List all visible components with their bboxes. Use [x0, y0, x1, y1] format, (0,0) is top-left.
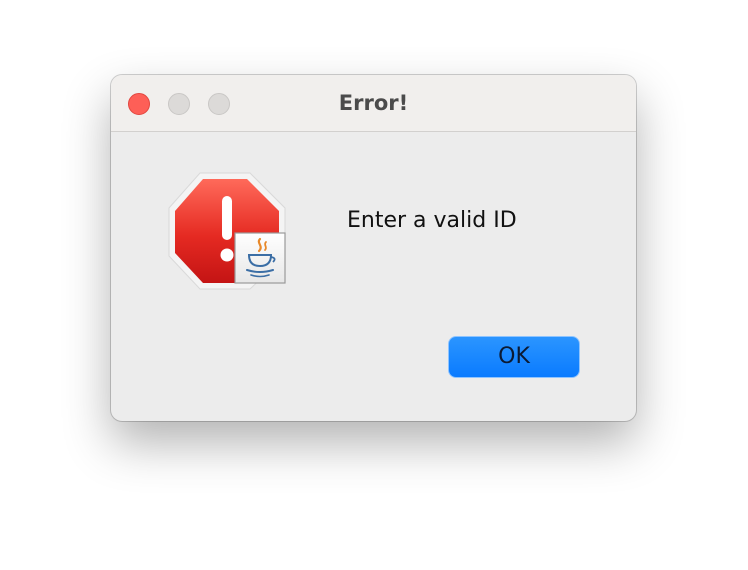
title-bar[interactable]: Error! [111, 75, 636, 132]
ok-button[interactable]: OK [448, 336, 580, 378]
error-dialog: Error! Enter a valid ID OK [111, 75, 636, 421]
error-stop-icon [167, 171, 291, 291]
error-message: Enter a valid ID [347, 208, 517, 233]
dialog-title: Error! [338, 91, 409, 115]
java-cup-icon [234, 232, 286, 284]
